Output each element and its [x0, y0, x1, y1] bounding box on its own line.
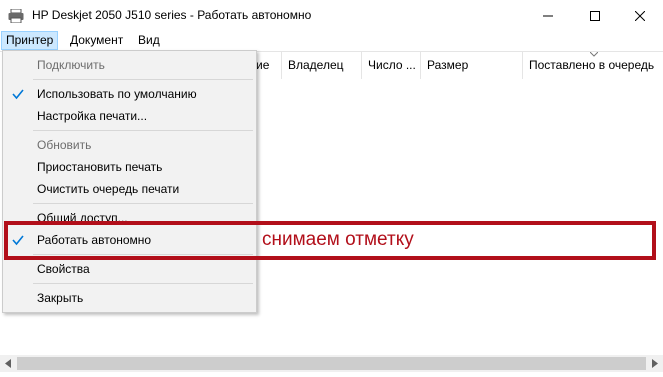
scroll-left-icon[interactable]: [4, 359, 12, 368]
menu-separator: [33, 203, 253, 204]
menu-item-close[interactable]: Закрыть: [3, 287, 256, 309]
menu-separator: [33, 79, 253, 80]
menu-item-label: Закрыть: [37, 291, 84, 305]
menu-item-connect[interactable]: Подключить: [3, 54, 256, 76]
menu-item-label: Настройка печати...: [37, 109, 148, 123]
menu-document[interactable]: Документ: [66, 31, 127, 50]
printer-dropdown-menu: Подключить Использовать по умолчанию Нас…: [2, 50, 257, 313]
maximize-button[interactable]: [572, 0, 618, 31]
title-bar: HP Deskjet 2050 J510 series - Работать а…: [0, 0, 663, 31]
menu-separator: [33, 130, 253, 131]
sort-chevron-icon: [590, 52, 598, 57]
menu-item-refresh[interactable]: Обновить: [3, 134, 256, 156]
column-header-pages[interactable]: Число ...: [362, 52, 421, 79]
menu-printer[interactable]: Принтер: [1, 31, 59, 50]
menu-view[interactable]: Вид: [134, 31, 164, 50]
printer-icon: [8, 9, 24, 23]
menu-separator: [33, 283, 253, 284]
menu-item-pause-printing[interactable]: Приостановить печать: [3, 156, 256, 178]
close-icon: [635, 10, 645, 21]
scrollbar-thumb[interactable]: [17, 357, 646, 370]
window-title: HP Deskjet 2050 J510 series - Работать а…: [32, 8, 312, 22]
minimize-icon: [543, 15, 553, 16]
horizontal-scrollbar[interactable]: [0, 355, 663, 372]
checkmark-icon: [12, 89, 24, 100]
menu-item-label: Очистить очередь печати: [37, 182, 180, 196]
menu-item-print-settings[interactable]: Настройка печати...: [3, 105, 256, 127]
minimize-button[interactable]: [525, 0, 571, 31]
menu-item-set-default[interactable]: Использовать по умолчанию: [3, 83, 256, 105]
scroll-right-icon[interactable]: [651, 359, 659, 368]
annotation-text: снимаем отметку: [262, 229, 414, 250]
menu-item-properties[interactable]: Свойства: [3, 258, 256, 280]
menu-item-label: Приостановить печать: [37, 160, 163, 174]
menu-bar: Принтер Документ Вид: [0, 31, 663, 51]
menu-item-label: Обновить: [37, 138, 92, 152]
column-header-size[interactable]: Размер: [421, 52, 523, 79]
maximize-icon: [590, 10, 600, 21]
column-header-owner[interactable]: Владелец: [282, 52, 362, 79]
menu-item-label: Подключить: [37, 58, 105, 72]
close-button[interactable]: [617, 0, 663, 31]
menu-item-label: Использовать по умолчанию: [37, 87, 197, 101]
menu-item-label: Свойства: [37, 262, 90, 276]
menu-item-cancel-all[interactable]: Очистить очередь печати: [3, 178, 256, 200]
